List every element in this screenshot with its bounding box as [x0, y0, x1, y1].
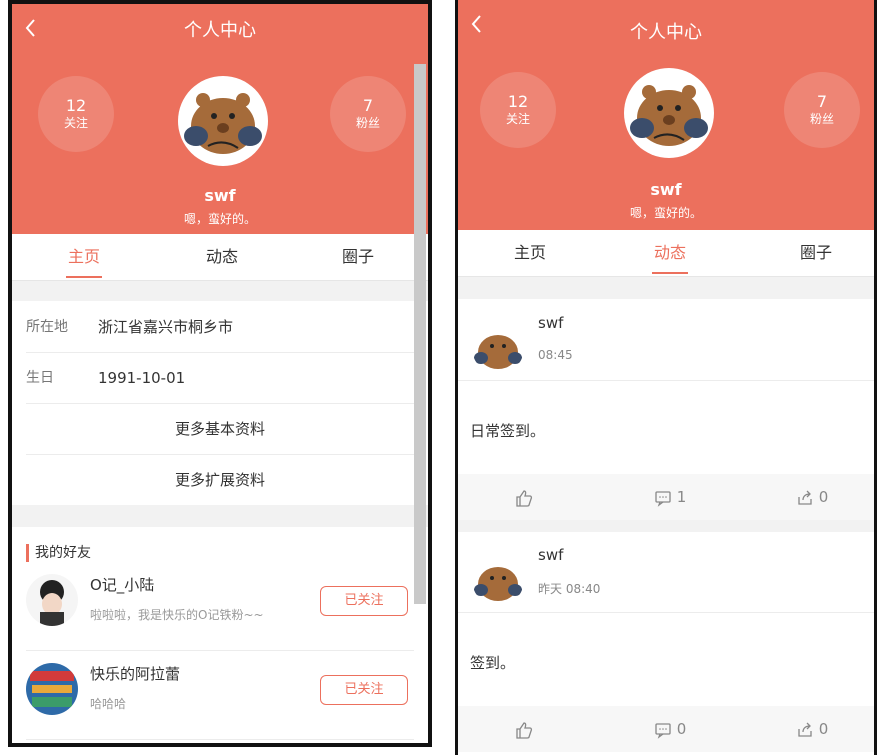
comment-icon [654, 720, 677, 739]
share-icon [796, 720, 819, 738]
friend-avatar [26, 574, 78, 626]
comment-icon [654, 488, 677, 507]
tab-home[interactable]: 主页 [490, 230, 570, 276]
friend-description: 啦啦啦，我是快乐的O记铁粉~~ [90, 608, 264, 622]
fans-count[interactable]: 7 粉丝 [784, 72, 860, 148]
friends-section-title: 我的好友 [26, 544, 91, 562]
fans-count[interactable]: 7 粉丝 [330, 76, 406, 152]
friend-description: 哈哈哈 [90, 697, 127, 711]
tab-activity[interactable]: 动态 [630, 230, 710, 276]
page-title: 个人中心 [630, 22, 702, 43]
section-divider [458, 520, 874, 532]
more-extended-info-link[interactable]: 更多扩展资料 [26, 455, 414, 505]
tab-activity[interactable]: 动态 [182, 234, 262, 280]
share-button[interactable]: 0 [796, 474, 828, 520]
profile-header: 个人中心 12 关注 7 粉丝 swf 嗯，蛮好的。 [12, 4, 428, 234]
info-value: 浙江省嘉兴市桐乡市 [98, 318, 234, 336]
like-button[interactable] [514, 706, 534, 752]
section-divider [12, 281, 428, 301]
comment-count: 0 [676, 720, 687, 738]
post-author-avatar [472, 554, 524, 606]
username: swf [650, 180, 682, 199]
section-divider [12, 505, 428, 527]
post-author-name: swf [538, 546, 564, 564]
share-icon [796, 488, 819, 506]
user-avatar[interactable] [178, 76, 268, 166]
profile-tabs: 主页 动态 圈子 [12, 234, 428, 281]
post-actions: 0 0 [458, 706, 874, 752]
tab-circles[interactable]: 圈子 [776, 230, 856, 276]
following-count[interactable]: 12 关注 [480, 72, 556, 148]
post-actions: 1 0 [458, 474, 874, 520]
user-signature: 嗯，蛮好的。 [629, 206, 702, 220]
share-count: 0 [818, 488, 829, 506]
thumbs-up-icon [514, 720, 534, 739]
comment-count: 1 [676, 488, 687, 506]
share-count: 0 [818, 720, 829, 738]
friend-name: O记_小陆 [90, 576, 155, 594]
share-button[interactable]: 0 [796, 706, 828, 752]
scrollbar[interactable] [414, 64, 426, 604]
profile-tabs: 主页 动态 圈子 [458, 230, 874, 277]
user-avatar[interactable] [624, 68, 714, 158]
comment-button[interactable]: 0 [654, 706, 686, 752]
friend-item[interactable]: O记_小陆 啦啦啦，我是快乐的O记铁粉~~ 已关注 [26, 562, 414, 651]
info-row-location: 所在地 浙江省嘉兴市桐乡市 [26, 302, 414, 353]
post-header[interactable]: swf 昨天 08:40 [458, 532, 874, 613]
post-author-avatar [472, 322, 524, 374]
followed-button[interactable]: 已关注 [320, 675, 408, 705]
info-label: 所在地 [26, 319, 68, 335]
post-content: 签到。 [470, 654, 516, 672]
post-author-name: swf [538, 314, 564, 332]
friend-name: 快乐的阿拉蕾 [90, 665, 181, 683]
friend-avatar [26, 663, 78, 715]
info-value: 1991-10-01 [98, 369, 186, 387]
more-basic-info-link[interactable]: 更多基本资料 [26, 404, 414, 455]
profile-header: 个人中心 12 关注 7 粉丝 swf 嗯，蛮好的。 [458, 0, 874, 230]
like-button[interactable] [514, 474, 534, 520]
thumbs-up-icon [514, 488, 534, 507]
following-count[interactable]: 12 关注 [38, 76, 114, 152]
page-title: 个人中心 [184, 20, 256, 41]
friend-item[interactable]: 快乐的阿拉蕾 哈哈哈 已关注 [26, 651, 414, 740]
info-label: 生日 [26, 370, 54, 386]
post-time: 昨天 08:40 [538, 582, 601, 596]
comment-button[interactable]: 1 [654, 474, 686, 520]
post-header[interactable]: swf 08:45 [458, 300, 874, 381]
tab-home[interactable]: 主页 [44, 234, 124, 280]
user-signature: 嗯，蛮好的。 [183, 212, 256, 226]
profile-activity-screen: 个人中心 12 关注 7 粉丝 swf 嗯，蛮好的。 主页 动态 圈子 swf … [455, 0, 877, 755]
section-divider [458, 277, 874, 299]
profile-home-screen: 个人中心 12 关注 7 粉丝 swf 嗯，蛮好的。 主页 动态 圈子 所在地 … [8, 0, 432, 747]
post-content: 日常签到。 [470, 422, 546, 440]
post-time: 08:45 [538, 348, 573, 362]
tab-circles[interactable]: 圈子 [318, 234, 398, 280]
followed-button[interactable]: 已关注 [320, 586, 408, 616]
info-row-birthday: 生日 1991-10-01 [26, 353, 414, 404]
username: swf [204, 186, 236, 205]
